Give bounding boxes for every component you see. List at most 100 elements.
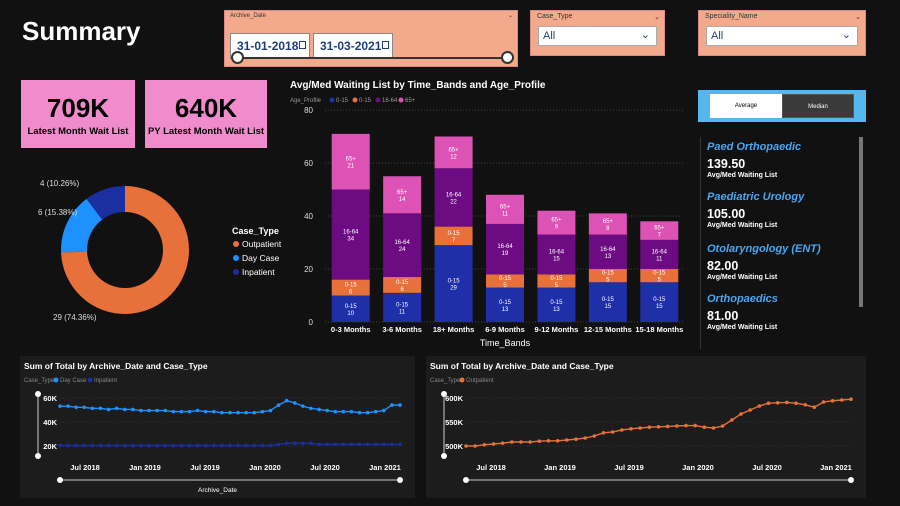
specialty-caption: Avg/Med Waiting List	[707, 172, 778, 179]
specialty-name: Paediatric Urology	[707, 191, 805, 203]
date-start-handle[interactable]	[231, 51, 244, 64]
dropdown-arrow-icon: ⌄	[640, 29, 650, 41]
bar-legend-title: Age_Profile	[290, 98, 322, 104]
series-point	[720, 424, 725, 428]
series-point	[373, 442, 378, 447]
series-point	[684, 423, 688, 428]
kpi-value: 640K	[174, 93, 238, 123]
series-point	[390, 403, 394, 407]
kpi-caption: PY Latest Month Wait List	[147, 126, 265, 137]
series-point	[90, 406, 95, 411]
specialty-value: 139.50	[707, 157, 746, 171]
series-point	[325, 408, 329, 413]
dropdown-arrow-icon: ⌄	[841, 29, 851, 41]
series-point	[610, 430, 615, 434]
end-date-input[interactable]: 31-03-2021	[313, 33, 393, 59]
daycase-inpatient-line-chart: Sum of Total by Archive_Date and Case_Ty…	[24, 361, 403, 494]
archive-date-label: Archive_Date	[230, 13, 267, 19]
series-point	[82, 443, 87, 448]
bar-segment-label: 0-15	[653, 297, 666, 303]
speciality-dropdown[interactable]: All ⌄	[706, 26, 858, 46]
series-point	[301, 404, 305, 408]
series-point	[638, 426, 642, 430]
y-tick-label: 20	[304, 265, 313, 274]
median-button[interactable]: Median	[782, 94, 854, 118]
specialty-name: Orthopaedics	[707, 293, 778, 305]
series-point	[711, 426, 716, 430]
start-date-value: 31-01-2018	[237, 39, 299, 53]
x-tick-label: Jul 2020	[752, 463, 782, 472]
series-point	[390, 442, 394, 447]
bar-segment-label: 65+	[346, 157, 357, 163]
x-tick-label: 9-12 Months	[535, 325, 579, 334]
series-point	[357, 442, 362, 447]
x-tick-label: Jan 2019	[129, 463, 161, 472]
series-point	[693, 423, 697, 428]
bar-segment-value: 15	[605, 304, 612, 310]
bar-segment-label: 0-15	[602, 271, 615, 277]
calendar-icon[interactable]	[382, 41, 389, 49]
average-median-toggle: Average Median	[698, 90, 866, 122]
y-tick-label: 60	[304, 159, 313, 168]
case-type-dropdown[interactable]: All ⌄	[538, 26, 657, 46]
bar-segment-value: 34	[347, 237, 354, 243]
series-point	[66, 404, 70, 408]
series-point	[212, 409, 216, 414]
series-point	[775, 401, 780, 405]
bar-segment-label: 0-15	[448, 279, 461, 285]
series-point	[528, 440, 532, 444]
series-point	[82, 405, 87, 410]
bar-segment-label: 65+	[603, 219, 614, 225]
chevron-down-icon[interactable]: ⌄	[654, 13, 660, 21]
series-point	[537, 439, 542, 443]
date-range-track[interactable]	[237, 57, 509, 59]
card-scrollbar[interactable]	[859, 137, 863, 307]
bar-segment-label: 65+	[654, 226, 665, 232]
archive-date-slicer: Archive_Date ⌄ 31-01-2018 31-03-2021	[224, 10, 518, 67]
kpi-py-latest-month: 640K PY Latest Month Wait List	[145, 80, 267, 148]
series-point	[66, 443, 70, 448]
series-point	[592, 434, 597, 438]
legend-swatch	[233, 269, 239, 275]
x-tick-label: 0-3 Months	[331, 325, 371, 334]
x-tick-label: 15-18 Months	[635, 325, 683, 334]
series-point	[365, 442, 370, 447]
outpatient-line-chart: Sum of Total by Archive_Date and Case_Ty…	[430, 361, 854, 483]
series-point	[730, 418, 734, 422]
specialty-caption: Avg/Med Waiting List	[707, 324, 778, 331]
bar-segment-value: 15	[656, 304, 663, 310]
specialty-card: Paediatric Urology 105.00 Avg/Med Waitin…	[707, 191, 804, 229]
series-point	[830, 399, 835, 403]
line-legend-entry: Outpatient	[466, 378, 494, 384]
x-tick-label: 6-9 Months	[485, 325, 525, 334]
series-point	[98, 406, 103, 411]
bar-segment-value: 19	[502, 251, 509, 257]
y-tick-label: 20K	[43, 442, 57, 451]
series-point	[163, 408, 168, 413]
bar-segment-label: 0-15	[550, 300, 563, 306]
line-chart-title: Sum of Total by Archive_Date and Case_Ty…	[24, 361, 208, 371]
series-point	[382, 408, 386, 413]
kpi-latest-month: 709K Latest Month Wait List	[21, 80, 135, 148]
series-point	[325, 442, 329, 447]
donut-legend-title: Case_Type	[232, 226, 279, 236]
bar-segment-label: 0-15	[499, 300, 512, 306]
series-point	[155, 443, 159, 448]
series-point	[236, 443, 240, 448]
series-point	[739, 412, 743, 416]
series-point	[555, 439, 560, 443]
x-tick-label: Jan 2019	[544, 463, 576, 472]
chevron-down-icon[interactable]: ⌄	[855, 13, 861, 21]
series-point	[252, 410, 257, 415]
calendar-icon[interactable]	[299, 41, 306, 49]
date-end-handle[interactable]	[501, 51, 514, 64]
average-button[interactable]: Average	[710, 94, 782, 118]
series-point	[357, 410, 362, 415]
y-tick-label: 60K	[43, 394, 57, 403]
line-legend-title: Case_Type	[24, 378, 55, 384]
legend-swatch	[87, 377, 93, 383]
bar-segment-label: 0-15	[396, 302, 409, 308]
series-point	[147, 443, 151, 448]
series-point	[757, 404, 762, 408]
chevron-down-icon[interactable]: ⌄	[508, 12, 513, 19]
